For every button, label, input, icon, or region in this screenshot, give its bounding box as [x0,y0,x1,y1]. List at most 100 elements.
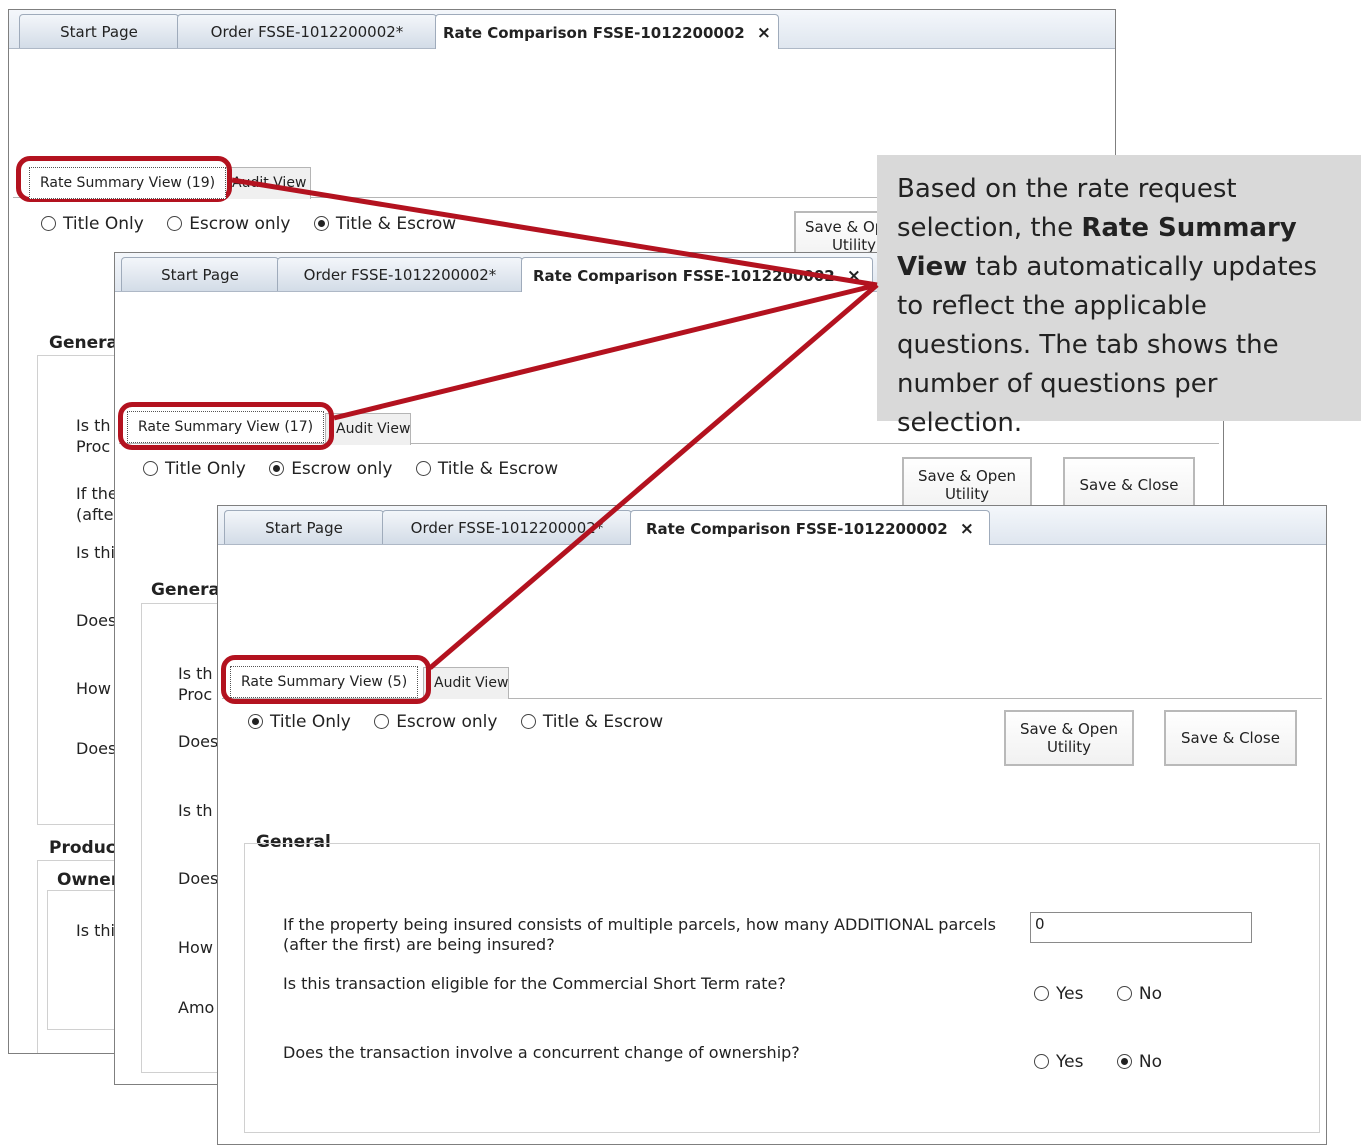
question-fragment: Does [178,869,219,888]
button-label: Save & Close [1079,476,1179,494]
radio-label: Title & Escrow [542,712,664,732]
tab-label: Rate Summary View (19) [40,175,216,191]
radio-circle [1034,1054,1049,1069]
question-fragment: Does [76,739,117,758]
tab-label: Order FSSE-1012200002* [410,519,604,537]
radio-label: Escrow only [396,712,498,732]
tab-start-page[interactable]: Start Page [121,257,279,291]
question-multiple-parcels: If the property being insured consists o… [283,915,996,955]
commercial-short-term-radio-group: Yes No [1034,984,1180,1004]
radio-no[interactable]: No [1116,1052,1162,1072]
tab-rate-summary-view[interactable]: Rate Summary View (19) [29,167,227,199]
radio-title-escrow[interactable]: Title & Escrow [520,712,664,732]
tab-label: Audit View [232,175,307,191]
section-owner-title: Owner [57,870,120,890]
radio-label: Yes [1056,1052,1084,1072]
radio-label: Escrow only [189,214,291,234]
radio-escrow-only[interactable]: Escrow only [167,214,290,234]
tab-rate-comparison[interactable]: Rate Comparison FSSE-1012200002 × [521,257,873,292]
tab-label: Rate Summary View (5) [241,674,408,690]
save-open-utility-button[interactable]: Save & Open Utility [1004,710,1134,766]
question-commercial-short-term: Is this transaction eligible for the Com… [283,974,786,993]
button-label: Save & Close [1181,729,1280,747]
radio-label: Title & Escrow [437,459,559,479]
tab-rate-summary-view[interactable]: Rate Summary View (5) [230,666,419,698]
question-fragment: Is th [76,416,111,435]
tab-rate-summary-view[interactable]: Rate Summary View (17) [127,411,325,443]
button-label: Save & Open Utility [1019,720,1119,756]
radio-circle [167,216,183,231]
rate-type-radio-group: Title Only Escrow only Title & Escrow [143,459,576,479]
radio-title-only[interactable]: Title Only [248,712,351,732]
question-fragment: Proc [76,437,111,456]
radio-label: Title Only [270,712,351,732]
change-of-ownership-radio-group: Yes No [1034,1052,1180,1072]
question-fragment: Is thi [76,543,115,562]
tab-audit-view[interactable]: Audit View [325,413,411,445]
radio-circle [1116,1054,1132,1069]
tab-label: Rate Comparison FSSE-1012200002 [443,24,745,42]
radio-title-only[interactable]: Title Only [143,459,246,479]
rate-type-radio-group: Title Only Escrow only Title & Escrow [41,214,474,234]
radio-no[interactable]: No [1116,984,1162,1004]
question-fragment: Amo [178,998,215,1017]
rate-type-radio-group: Title Only Escrow only Title & Escrow [248,712,681,732]
question-fragment: Is th [178,801,213,820]
radio-label: Yes [1056,984,1084,1004]
section-product-title: Product [49,838,124,858]
tab-audit-view[interactable]: Audit View [221,167,311,199]
radio-circle [143,461,158,476]
question-fragment: Is th [178,664,213,683]
close-icon[interactable]: × [960,519,974,539]
question-fragment: Does [76,611,117,630]
radio-label: Escrow only [291,459,393,479]
save-close-button[interactable]: Save & Close [1164,710,1297,766]
tab-label: Rate Summary View (17) [138,419,314,435]
tab-order[interactable]: Order FSSE-1012200002* [277,257,523,291]
question-fragment: How [178,938,213,957]
document-tab-bar: Start Page Order FSSE-1012200002* Rate C… [218,506,1326,545]
tab-label: Start Page [265,519,343,537]
radio-label: No [1138,984,1162,1004]
radio-title-escrow[interactable]: Title & Escrow [313,214,457,234]
section-general-title: General [151,580,226,600]
radio-circle [313,216,329,231]
radio-circle [374,714,390,729]
tab-label: Start Page [60,23,138,41]
question-fragment: Proc [178,685,213,704]
radio-title-escrow[interactable]: Title & Escrow [415,459,559,479]
tab-start-page[interactable]: Start Page [19,14,179,48]
tab-label: Audit View [434,675,509,691]
radio-escrow-only[interactable]: Escrow only [374,712,497,732]
question-fragment: How [76,679,111,698]
radio-circle [269,461,285,476]
radio-circle [248,714,263,729]
radio-yes[interactable]: Yes [1034,984,1083,1004]
radio-label: Title Only [63,214,144,234]
tab-rate-comparison[interactable]: Rate Comparison FSSE-1012200002 × [435,14,779,49]
tab-label: Order FSSE-1012200002* [303,266,497,284]
tab-order[interactable]: Order FSSE-1012200002* [177,14,437,48]
question-text: (after the first) are being insured? [283,935,555,954]
radio-yes[interactable]: Yes [1034,1052,1083,1072]
radio-label: Title Only [165,459,246,479]
additional-parcels-input[interactable]: 0 [1030,912,1252,943]
radio-circle [415,461,431,476]
question-fragment: If the [76,484,118,503]
button-label: Save & Open Utility [917,467,1017,503]
question-fragment: Is thi [76,921,115,940]
radio-circle [1034,986,1049,1001]
close-icon[interactable]: × [757,23,771,43]
close-icon[interactable]: × [847,266,861,286]
radio-circle [41,216,56,231]
radio-escrow-only[interactable]: Escrow only [269,459,392,479]
tab-start-page[interactable]: Start Page [224,510,384,544]
tab-rate-comparison[interactable]: Rate Comparison FSSE-1012200002 × [630,510,990,545]
section-general-title: General [49,333,124,353]
tab-audit-view[interactable]: Audit View [423,667,509,699]
question-fragment: Does [178,732,219,751]
radio-title-only[interactable]: Title Only [41,214,144,234]
radio-label: Title & Escrow [335,214,457,234]
question-fragment: (afte [76,505,114,524]
tab-order[interactable]: Order FSSE-1012200002* [382,510,632,544]
